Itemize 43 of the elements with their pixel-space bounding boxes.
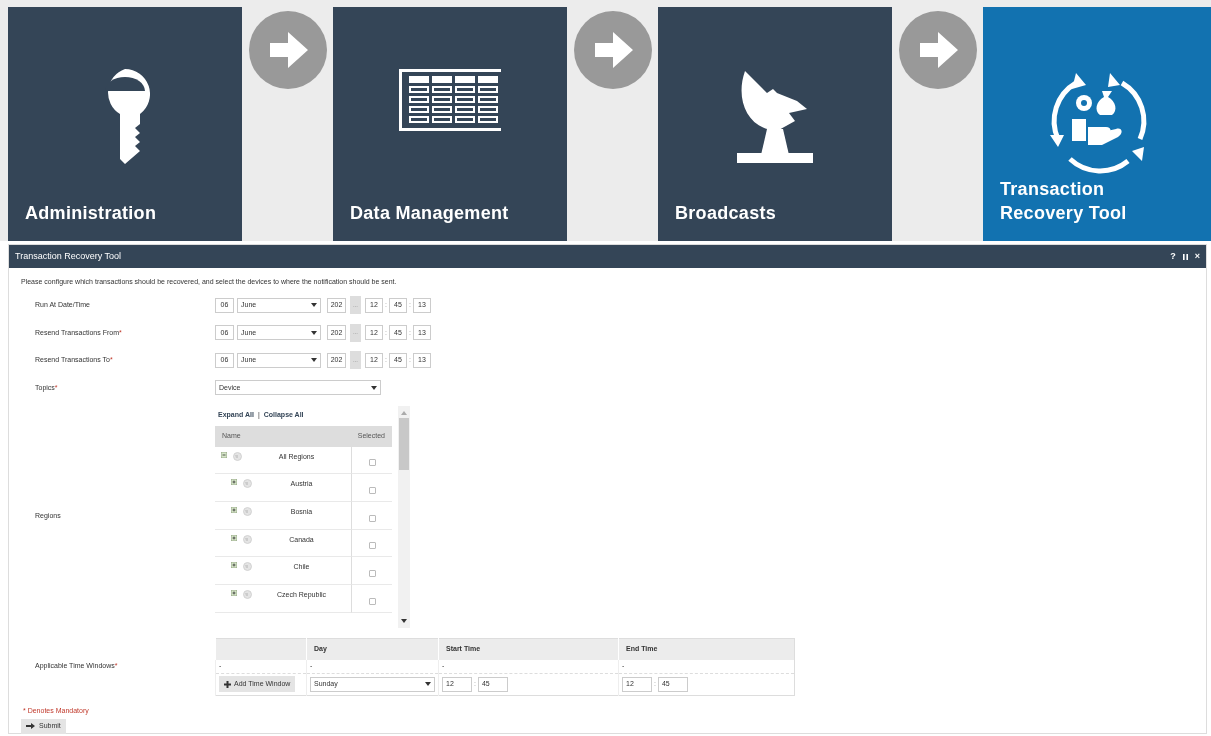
checkbox[interactable] (368, 487, 376, 495)
tile-label: Transaction Recovery Tool (1000, 178, 1128, 225)
globe-icon (243, 562, 252, 572)
scroll-thumb[interactable] (399, 417, 409, 470)
tile-label: Broadcasts (675, 202, 778, 225)
collapse-icon[interactable] (221, 451, 227, 458)
caret-icon (311, 303, 317, 308)
checkbox[interactable] (368, 570, 376, 578)
arrow-right-icon (26, 723, 35, 730)
close-button[interactable]: × (1194, 252, 1200, 261)
checkbox[interactable] (368, 597, 376, 605)
expand-icon[interactable] (231, 562, 237, 569)
globe-icon (243, 506, 252, 516)
scroll-up-icon[interactable] (401, 410, 407, 415)
module-tile[interactable]: Broadcasts (658, 7, 892, 241)
help-button[interactable]: ? (1170, 252, 1176, 261)
globe-icon (243, 534, 252, 544)
pause-icon[interactable] (1182, 253, 1188, 260)
module-tile[interactable]: Transaction Recovery Tool (983, 7, 1211, 241)
checkbox[interactable] (368, 514, 376, 522)
scrollbar[interactable] (398, 405, 410, 628)
caret-icon (311, 330, 317, 335)
module-tile[interactable]: Data Management (333, 7, 567, 241)
module-tile[interactable]: Administration (8, 7, 242, 241)
satellite-dish-icon (737, 69, 813, 165)
globe-icon (233, 451, 242, 461)
table-icon (399, 69, 501, 131)
panel-title: Transaction Recovery Tool (15, 249, 122, 263)
expand-icon[interactable] (231, 506, 237, 513)
globe-icon (243, 479, 252, 489)
globe-icon (243, 589, 252, 599)
expand-icon[interactable] (231, 534, 237, 541)
scroll-down-icon[interactable] (401, 618, 407, 623)
checkbox[interactable] (368, 459, 376, 467)
expand-icon[interactable] (231, 589, 237, 596)
caret-icon (311, 358, 317, 363)
tile-label: Data Management (350, 202, 510, 225)
caret-icon (425, 682, 431, 686)
plus-icon (224, 680, 231, 688)
caret-icon (371, 385, 377, 390)
expand-icon[interactable] (231, 479, 237, 486)
tile-label: Administration (25, 202, 158, 225)
checkbox[interactable] (368, 542, 376, 550)
